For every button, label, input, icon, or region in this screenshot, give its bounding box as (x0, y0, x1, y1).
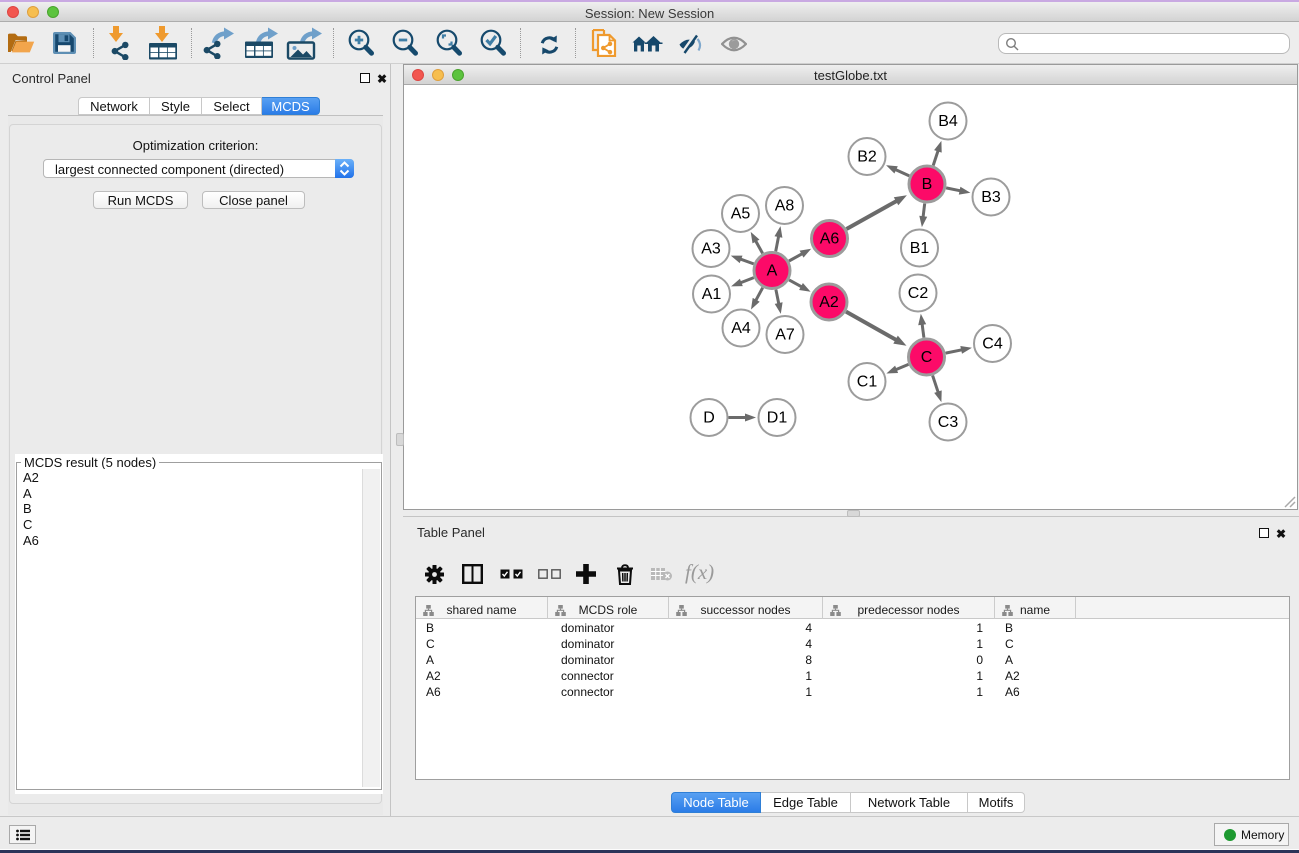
svg-text:C2: C2 (908, 285, 929, 302)
svg-text:B4: B4 (938, 113, 958, 130)
svg-text:B3: B3 (981, 189, 1001, 206)
svg-text:A: A (767, 263, 778, 280)
svg-text:A3: A3 (701, 241, 721, 258)
svg-text:A6: A6 (820, 231, 840, 248)
svg-text:D: D (703, 410, 715, 427)
svg-text:B2: B2 (857, 149, 877, 166)
svg-text:A4: A4 (731, 320, 751, 337)
svg-text:A5: A5 (731, 206, 751, 223)
svg-text:B: B (922, 176, 933, 193)
svg-text:A8: A8 (775, 198, 795, 215)
svg-text:C3: C3 (938, 414, 959, 431)
svg-text:A7: A7 (775, 327, 795, 344)
svg-text:B1: B1 (910, 240, 930, 257)
svg-text:C: C (921, 349, 933, 366)
svg-text:C1: C1 (857, 374, 878, 391)
svg-text:C4: C4 (982, 336, 1003, 353)
svg-text:D1: D1 (767, 410, 788, 427)
svg-text:A2: A2 (819, 294, 839, 311)
svg-text:A1: A1 (702, 286, 722, 303)
